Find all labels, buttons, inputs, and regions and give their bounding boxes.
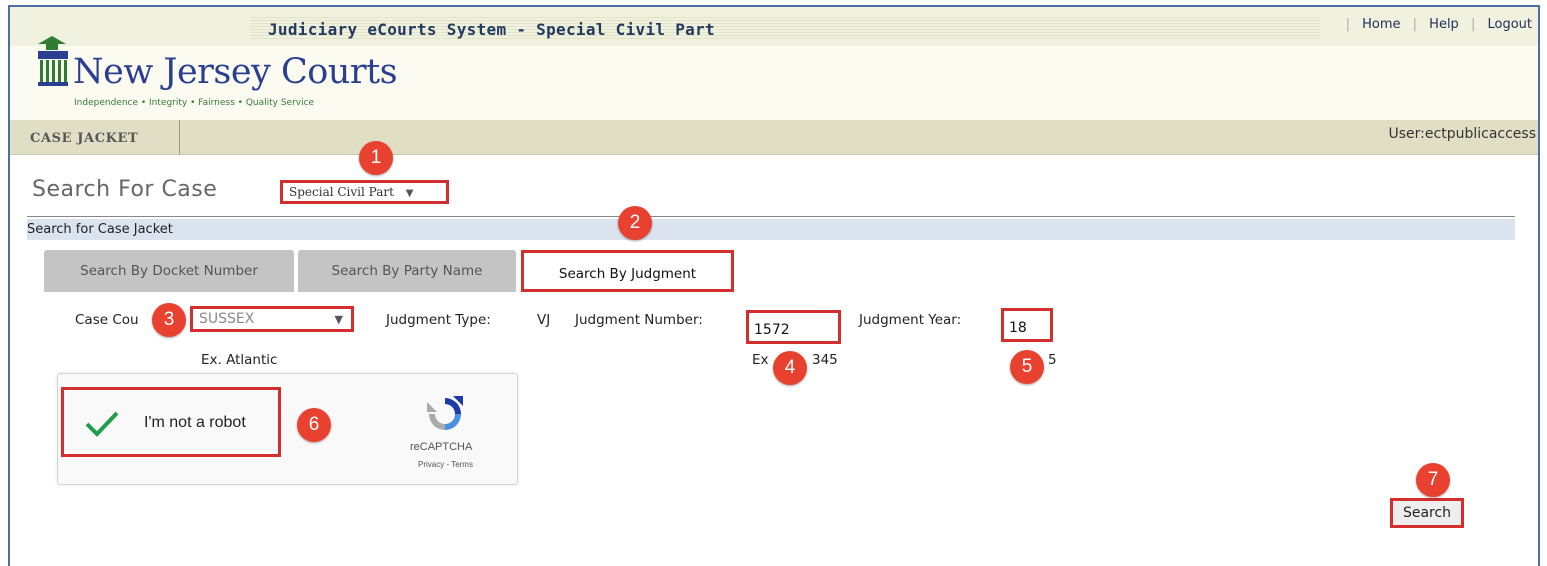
recaptcha-links[interactable]: Privacy - Terms	[418, 460, 473, 469]
judgment-number-example-prefix: Ex	[752, 352, 769, 368]
judgment-year-example: 5	[1048, 352, 1057, 368]
recaptcha-widget: I'm not a robot reCAPTCHA Privacy - Term…	[57, 373, 518, 485]
link-separator: |	[1345, 17, 1350, 32]
court-type-select[interactable]: Special Civil Part ▼	[280, 180, 449, 204]
annotation-badge-7: 7	[1416, 463, 1450, 497]
top-strip: Judiciary eCourts System - Special Civil…	[10, 7, 1538, 46]
help-link[interactable]: Help	[1429, 17, 1459, 32]
top-links: | Home | Help | Logout	[1338, 17, 1532, 32]
case-county-example: Ex. Atlantic	[201, 352, 278, 368]
recaptcha-brand: reCAPTCHA	[410, 441, 473, 453]
annotation-badge-4: 4	[773, 351, 807, 385]
chevron-down-icon: ▼	[334, 313, 343, 326]
judgment-type-label: Judgment Type:	[386, 312, 491, 328]
annotation-badge-5: 5	[1010, 350, 1044, 384]
judgment-number-label: Judgment Number:	[575, 312, 703, 328]
page-title: Search For Case	[32, 177, 218, 202]
home-link[interactable]: Home	[1362, 17, 1400, 32]
case-county-label: Case Cou	[75, 312, 139, 328]
search-button[interactable]: Search	[1390, 498, 1464, 528]
annotation-badge-6: 6	[297, 408, 331, 442]
court-type-select-value: Special Civil Part	[289, 185, 394, 199]
section-header: Search for Case Jacket	[27, 219, 1515, 240]
link-separator: |	[1412, 17, 1418, 32]
logo-title: New Jersey Courts	[73, 52, 398, 92]
system-title: Judiciary eCourts System - Special Civil…	[268, 20, 715, 39]
tab-search-by-party-name[interactable]: Search By Party Name	[298, 250, 516, 292]
recaptcha-logo-icon	[427, 396, 463, 430]
logout-link[interactable]: Logout	[1487, 17, 1532, 32]
recaptcha-checkbox[interactable]: I'm not a robot	[61, 387, 281, 457]
tab-case-jacket[interactable]: CASE JACKET	[10, 120, 180, 154]
divider	[27, 216, 1515, 217]
annotation-badge-1: 1	[359, 141, 393, 175]
annotation-badge-3: 3	[152, 303, 186, 337]
judgment-type-value: VJ	[537, 312, 551, 328]
tab-search-by-judgment[interactable]: Search By Judgment	[521, 250, 734, 292]
site-header: New Jersey Courts Independence • Integri…	[10, 36, 1538, 122]
judgment-number-input[interactable]: 1572	[746, 310, 841, 344]
recaptcha-label: I'm not a robot	[144, 414, 246, 431]
case-county-select-value: SUSSEX	[199, 311, 255, 327]
nav-bar: CASE JACKET User:ectpublicaccess	[10, 120, 1538, 155]
annotation-badge-2: 2	[618, 206, 652, 240]
judgment-number-example-suffix: 345	[812, 352, 838, 368]
chevron-down-icon: ▼	[405, 188, 414, 199]
case-county-select[interactable]: SUSSEX ▼	[190, 306, 354, 332]
judgment-year-label: Judgment Year:	[859, 312, 962, 328]
checkmark-icon	[85, 411, 119, 437]
logo-tagline: Independence • Integrity • Fairness • Qu…	[74, 98, 315, 108]
nj-courts-logo-icon	[32, 34, 74, 110]
tab-search-by-docket-number[interactable]: Search By Docket Number	[44, 250, 294, 292]
judgment-year-input[interactable]: 18	[1001, 308, 1053, 342]
user-label: User:ectpublicaccess	[1388, 126, 1536, 142]
link-separator: |	[1470, 17, 1476, 32]
